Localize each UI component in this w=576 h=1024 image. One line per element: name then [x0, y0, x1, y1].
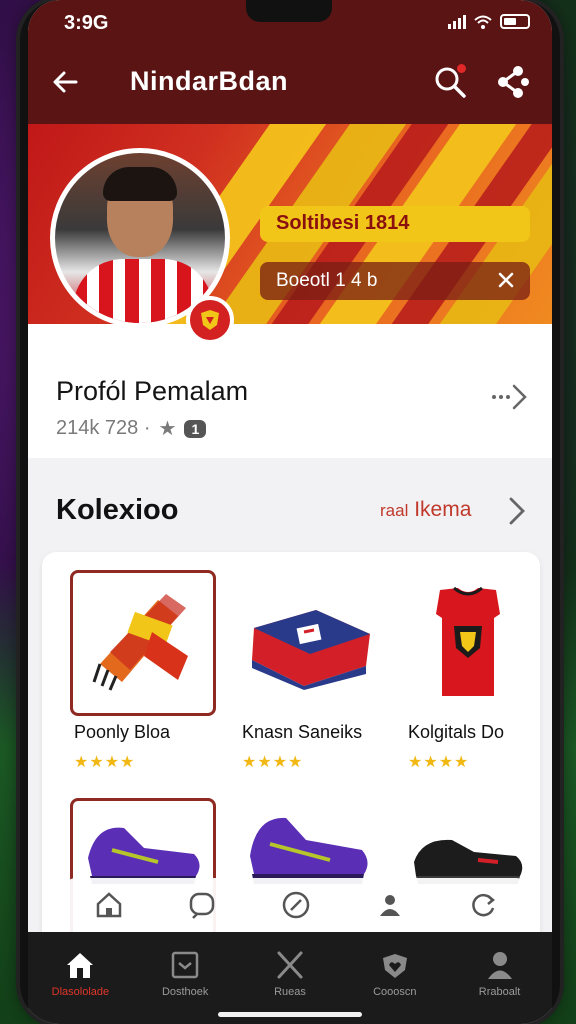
wifi-icon [474, 15, 492, 29]
battery-icon [500, 14, 530, 29]
scarf-image [92, 594, 188, 691]
nav-item-club[interactable]: Coooscn [350, 950, 440, 1024]
camera-notch [246, 0, 332, 22]
app-screen: 3:9G NindarBdan Soltibesi 1814 Boeotl 1 … [28, 0, 552, 1024]
collection-title: Kolexioo [56, 494, 179, 526]
item-name: Kolgitals Do [408, 722, 505, 742]
swords-icon [277, 951, 303, 979]
crest-icon [201, 310, 219, 330]
info-pill: Boeotl 1 4 b [260, 262, 530, 300]
profile-title: Profól Pemalam [56, 376, 249, 406]
chat-icon[interactable] [187, 890, 217, 920]
nav-item-home[interactable]: Dlasololade [35, 950, 125, 1024]
back-arrow-icon[interactable] [50, 66, 82, 98]
bottom-navigation: Dlasololade Dosthoek Rueas Coooscn Rrabo… [28, 932, 552, 1024]
info-pill-text: Boeotl 1 4 b [276, 270, 378, 291]
item-rating: ★★★★ [242, 754, 304, 771]
profile-card[interactable]: Profól Pemalam 214k 728 · ★ 1 [28, 324, 552, 458]
friends-icon[interactable] [375, 890, 405, 920]
nav-label: Coooscn [373, 986, 417, 998]
collection-header: Kolexioo raal Ikema [28, 470, 552, 550]
nav-label: Rraboalt [478, 986, 521, 998]
see-all-label: Ikema [414, 498, 472, 521]
notification-dot [457, 64, 466, 73]
floating-toolbar [62, 878, 530, 932]
collection-item-jersey[interactable]: Kolgitals Do ★★★★ [404, 570, 552, 771]
see-all-prefix: raal [380, 501, 409, 520]
inbox-icon [171, 951, 199, 979]
nav-label: Dosthoek [161, 986, 209, 998]
collection-item-bag[interactable]: Knasn Saneiks ★★★★ [238, 570, 388, 771]
refresh-icon[interactable] [468, 890, 498, 920]
chevron-right-icon[interactable] [506, 494, 528, 528]
page-title: NindarBdan [130, 66, 289, 96]
profile-icon [487, 952, 512, 979]
star-icon: ★ [158, 418, 177, 440]
nav-item-profile[interactable]: Rraboalt [455, 950, 545, 1024]
search-button[interactable] [432, 64, 468, 100]
home-outline-icon[interactable] [94, 890, 124, 920]
phone-frame: 3:9G NindarBdan Soltibesi 1814 Boeotl 1 … [20, 0, 560, 1024]
item-name: Poonly Bloa [74, 722, 171, 742]
club-badge [186, 296, 234, 344]
close-icon[interactable] [496, 270, 516, 290]
status-time: 3:9G [64, 12, 109, 34]
signal-icon [448, 14, 466, 29]
item-rating: ★★★★ [408, 754, 470, 771]
nav-label: Dlasololade [51, 986, 110, 998]
more-arrow-icon[interactable] [490, 382, 532, 412]
home-indicator [218, 1012, 362, 1017]
bag-image [252, 610, 370, 690]
see-all-link[interactable]: raal Ikema [380, 498, 471, 522]
nav-item-inbox[interactable]: Dosthoek [140, 950, 230, 1024]
status-icons [448, 14, 530, 29]
jersey-image [436, 586, 500, 696]
item-name: Knasn Saneiks [242, 722, 363, 742]
highlight-pill: Soltibesi 1814 [260, 206, 530, 242]
compass-icon[interactable] [281, 890, 311, 920]
home-icon [67, 953, 94, 978]
share-icon[interactable] [494, 64, 530, 100]
rank-badge: 1 [184, 419, 207, 438]
nav-label: Rueas [274, 986, 306, 998]
app-header: NindarBdan [28, 56, 552, 112]
profile-stats-text: 214k 728 · [56, 417, 151, 439]
collection-item-scarf[interactable]: Poonly Bloa ★★★★ [70, 570, 220, 771]
heart-shield-icon [382, 954, 407, 978]
profile-stats: 214k 728 · ★ 1 [56, 416, 207, 441]
top-bar: 3:9G NindarBdan [28, 0, 552, 124]
item-rating: ★★★★ [74, 754, 136, 771]
